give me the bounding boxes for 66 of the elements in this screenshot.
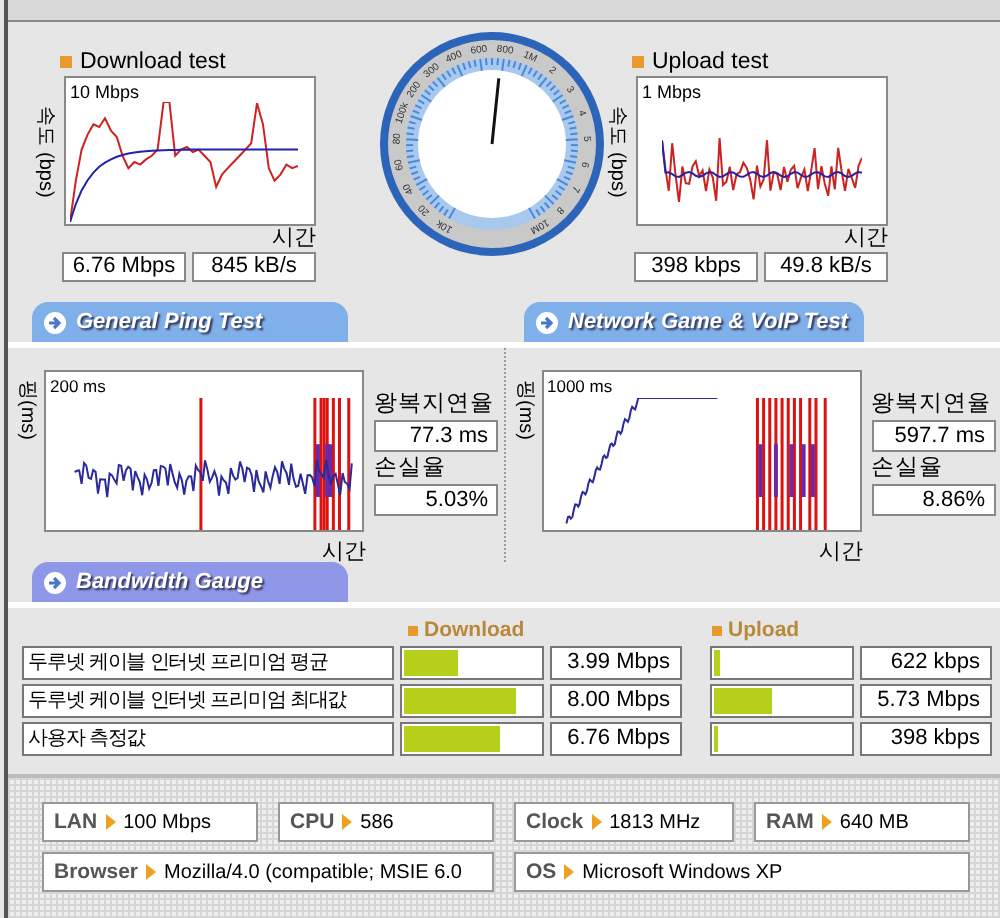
axis-label: 핑(ms) xyxy=(511,380,537,440)
arrow-icon xyxy=(821,814,832,830)
section-tab[interactable]: Network Game & VoIP Test xyxy=(524,302,864,342)
latency-value: 77.3 ms xyxy=(374,420,498,452)
info-label: CPU xyxy=(290,810,335,834)
arrow-icon xyxy=(44,311,66,333)
axis-label: 시간 xyxy=(322,540,366,564)
scale-label: 1000 ms xyxy=(545,374,613,396)
rate-value: 845 kB/s xyxy=(192,252,316,282)
arrow-icon xyxy=(146,864,157,880)
axis-label: 속도 (bps) xyxy=(32,105,58,197)
info-value: 100 Mbps xyxy=(123,811,212,833)
arrow-icon xyxy=(44,571,66,593)
latency-label: 왕복지연율 xyxy=(871,390,993,418)
scale-label: 1 Mbps xyxy=(640,80,702,102)
axis-label: 시간 xyxy=(272,226,316,250)
speed-value: 398 kbps xyxy=(634,252,758,282)
loss-value: 8.86% xyxy=(871,484,995,516)
latency-label: 왕복지연율 xyxy=(374,390,496,418)
arrow-icon xyxy=(342,814,353,830)
row-label: 사용자 측정값 xyxy=(22,722,394,756)
bullet-icon xyxy=(632,55,644,67)
table-cell: 6.76 Mbps xyxy=(550,722,682,756)
bullet-icon xyxy=(712,625,722,635)
row-label: 두루넷 케이블 인터넷 프리미엄 최대값 xyxy=(22,684,394,718)
axis-label: 시간 xyxy=(844,226,888,250)
arrow-icon xyxy=(105,814,116,830)
section-tab[interactable]: Bandwidth Gauge xyxy=(32,562,348,602)
bullet-icon xyxy=(408,625,418,635)
scale-label: 10 Mbps xyxy=(68,80,140,102)
info-label: OS xyxy=(526,860,557,884)
info-label: Browser xyxy=(54,860,139,884)
axis-label: 시간 xyxy=(819,540,863,564)
loss-value: 5.03% xyxy=(374,484,498,516)
info-value: Mozilla/4.0 (compatible; MSIE 6.0 xyxy=(164,861,462,883)
info-value: 640 MB xyxy=(839,811,909,833)
arrow-icon xyxy=(591,814,602,830)
speed-value: 6.76 Mbps xyxy=(62,252,186,282)
table-cell: 622 kbps xyxy=(860,646,992,680)
table-cell: 8.00 Mbps xyxy=(550,684,682,718)
column-header: Upload xyxy=(728,618,800,642)
info-value: Microsoft Windows XP xyxy=(582,861,783,883)
scale-label: 200 ms xyxy=(48,374,106,396)
panel-title: Upload test xyxy=(652,49,769,73)
table-cell: 3.99 Mbps xyxy=(550,646,682,680)
info-value: 1813 MHz xyxy=(609,811,701,833)
section-tab[interactable]: General Ping Test xyxy=(32,302,348,342)
info-label: LAN xyxy=(54,810,98,834)
arrow-icon xyxy=(536,311,558,333)
gauge-needle xyxy=(490,78,501,145)
axis-label: 속도 (bps) xyxy=(604,105,630,197)
info-label: RAM xyxy=(766,810,814,834)
panel-title: Download test xyxy=(80,49,226,73)
axis-label: 핑(ms) xyxy=(14,380,40,440)
table-cell: 5.73 Mbps xyxy=(860,684,992,718)
bullet-icon xyxy=(60,55,72,67)
info-label: Clock xyxy=(526,810,584,834)
row-label: 두루넷 케이블 인터넷 프리미엄 평균 xyxy=(22,646,394,680)
info-value: 586 xyxy=(360,811,394,833)
arrow-icon xyxy=(564,864,575,880)
latency-value: 597.7 ms xyxy=(871,420,995,452)
loss-label: 손실율 xyxy=(374,454,448,482)
table-cell: 398 kbps xyxy=(860,722,992,756)
column-header: Download xyxy=(424,618,525,642)
loss-label: 손실율 xyxy=(871,454,945,482)
rate-value: 49.8 kB/s xyxy=(764,252,888,282)
